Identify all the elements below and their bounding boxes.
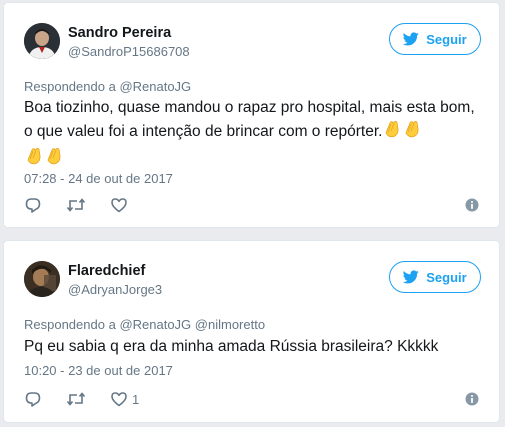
reply-icon bbox=[24, 196, 42, 214]
mention-link[interactable]: @RenatoJG bbox=[119, 317, 191, 332]
clapping-hands-icon bbox=[24, 146, 44, 173]
retweet-icon bbox=[66, 390, 86, 408]
tweet-actions bbox=[24, 196, 479, 218]
retweet-button[interactable] bbox=[66, 390, 86, 408]
avatar[interactable] bbox=[24, 261, 60, 297]
reply-button[interactable] bbox=[24, 390, 42, 408]
follow-label: Seguir bbox=[426, 31, 467, 47]
follow-button[interactable]: Seguir bbox=[389, 23, 481, 55]
user-handle[interactable]: @AdryanJorge3 bbox=[68, 282, 162, 297]
tweet-actions: 1 bbox=[24, 390, 479, 412]
heart-icon bbox=[110, 196, 128, 214]
info-icon[interactable] bbox=[465, 392, 479, 406]
clapping-hands-icon bbox=[402, 119, 422, 146]
like-count: 1 bbox=[132, 391, 140, 407]
replying-prefix: Respondendo a bbox=[24, 79, 116, 94]
timestamp[interactable]: 10:20 - 23 de out de 2017 bbox=[24, 363, 173, 378]
mention-link[interactable]: @nilmoretto bbox=[195, 317, 265, 332]
tweet-text: Boa tiozinho, quase mandou o rapaz pro h… bbox=[24, 97, 479, 173]
reply-icon bbox=[24, 390, 42, 408]
clapping-hands-icon bbox=[44, 146, 64, 173]
avatar[interactable] bbox=[24, 23, 60, 59]
twitter-bird-icon bbox=[403, 32, 419, 46]
user-name[interactable]: Sandro Pereira bbox=[68, 25, 171, 41]
follow-label: Seguir bbox=[426, 269, 467, 285]
clapping-hands-icon bbox=[382, 119, 402, 146]
like-button[interactable] bbox=[110, 196, 132, 214]
mention-link[interactable]: @RenatoJG bbox=[119, 79, 191, 94]
tweet-text: Pq eu sabia q era da minha amada Rússia … bbox=[24, 338, 439, 355]
follow-button[interactable]: Seguir bbox=[389, 261, 481, 293]
user-handle[interactable]: @SandroP15686708 bbox=[68, 44, 190, 59]
replying-to: Respondendo a @RenatoJG @nilmoretto bbox=[24, 317, 265, 332]
heart-icon bbox=[110, 390, 128, 408]
retweet-button[interactable] bbox=[66, 196, 86, 214]
reply-button[interactable] bbox=[24, 196, 42, 214]
like-button[interactable]: 1 bbox=[110, 390, 139, 408]
user-name[interactable]: Flaredchief bbox=[68, 263, 145, 279]
replying-prefix: Respondendo a bbox=[24, 317, 116, 332]
twitter-bird-icon bbox=[403, 270, 419, 284]
replying-to: Respondendo a @RenatoJG bbox=[24, 79, 191, 94]
info-icon[interactable] bbox=[465, 198, 479, 212]
retweet-icon bbox=[66, 196, 86, 214]
tweet-card: Sandro Pereira @SandroP15686708 Seguir R… bbox=[3, 2, 500, 228]
tweet-card: Flaredchief @AdryanJorge3 Seguir Respond… bbox=[3, 240, 500, 423]
timestamp[interactable]: 07:28 - 24 de out de 2017 bbox=[24, 171, 173, 186]
